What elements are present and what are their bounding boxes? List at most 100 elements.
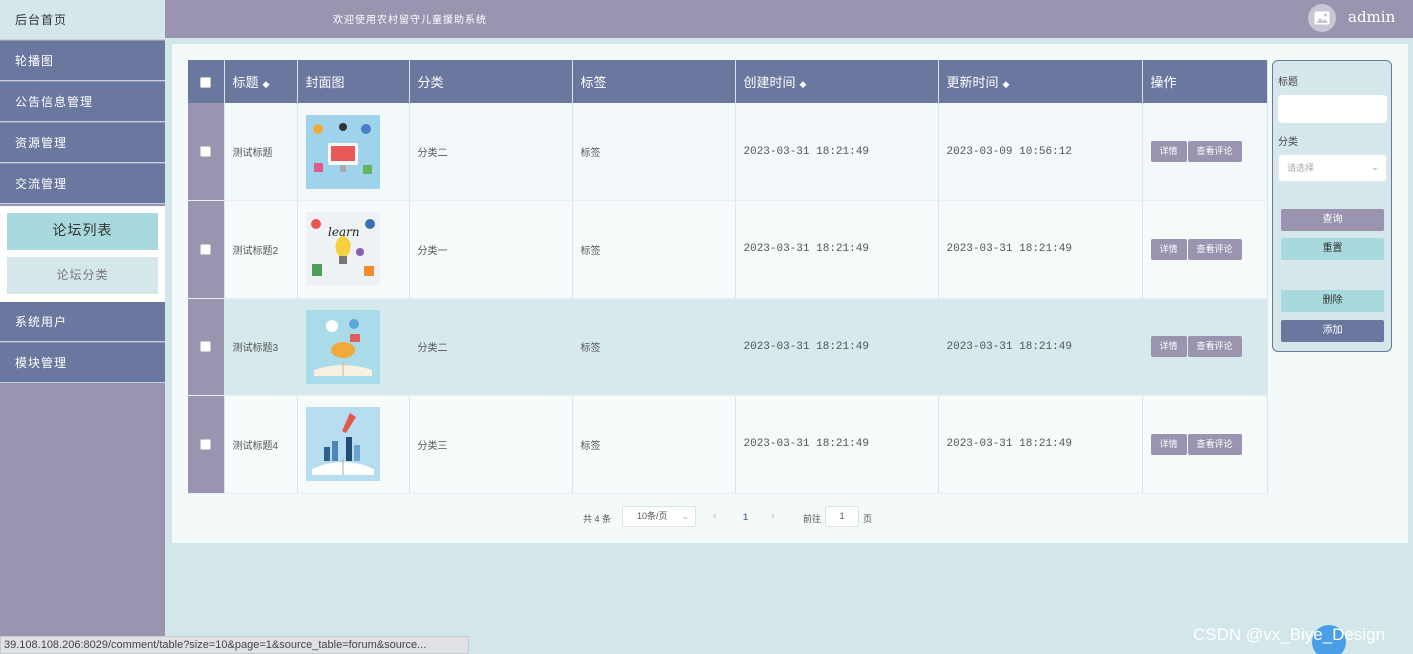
row-checkbox[interactable] bbox=[200, 145, 212, 157]
column-header-actions: 操作 bbox=[1142, 60, 1268, 103]
svg-text:learn: learn bbox=[328, 225, 360, 239]
cell-tag: 标签 bbox=[572, 298, 736, 396]
row-select-cell bbox=[188, 200, 225, 299]
cell-tag: 标签 bbox=[572, 103, 736, 201]
sidebar-item-carousel[interactable]: 轮播图 bbox=[0, 41, 165, 81]
chevron-down-icon: ⌄ bbox=[681, 511, 689, 521]
page-suffix: 页 bbox=[863, 514, 873, 524]
detail-button[interactable]: 详情 bbox=[1150, 141, 1187, 162]
forum-table: 标题 ◆ 封面图 分类 标签 创建时间 ◆ 更新时间 ◆ 操作 测试标题 分类二 标签… bbox=[188, 60, 1268, 494]
cell-tag: 标签 bbox=[572, 200, 736, 299]
chevron-down-icon: ⌄ bbox=[1370, 162, 1379, 173]
prev-page-icon[interactable]: ‹ bbox=[713, 510, 717, 522]
cell-title: 测试标题4 bbox=[224, 395, 298, 494]
username[interactable]: admin bbox=[1348, 8, 1395, 26]
column-header-updated[interactable]: 更新时间 ◆ bbox=[938, 60, 1143, 103]
view-comments-button[interactable]: 查看评论 bbox=[1187, 238, 1242, 260]
sidebar-subitem-forum-list[interactable]: 论坛列表 bbox=[7, 213, 158, 250]
cell-cover bbox=[297, 298, 410, 396]
category-select-placeholder: 请选择 bbox=[1287, 163, 1315, 173]
row-checkbox[interactable] bbox=[200, 243, 212, 255]
column-header-created[interactable]: 创建时间 ◆ bbox=[735, 60, 939, 103]
avatar-image-icon[interactable] bbox=[1308, 4, 1336, 32]
detail-button[interactable]: 详情 bbox=[1150, 238, 1187, 260]
pagination-total: 共 4 条 bbox=[583, 514, 612, 524]
sidebar-subitem-forum-category[interactable]: 论坛分类 bbox=[7, 257, 158, 294]
top-header: 欢迎使用农村留守儿童援助系统 admin bbox=[165, 0, 1413, 38]
cell-tag: 标签 bbox=[572, 395, 736, 494]
cell-cover: learn bbox=[297, 200, 410, 299]
cell-category: 分类三 bbox=[409, 395, 573, 494]
cell-actions: 详情 查看评论 bbox=[1142, 298, 1268, 396]
cell-updated: 2023-03-31 18:21:49 bbox=[938, 298, 1143, 396]
column-header-title[interactable]: 标题 ◆ bbox=[224, 60, 298, 103]
watermark: CSDN @vx_Biye_Design bbox=[1193, 625, 1386, 644]
delete-button[interactable]: 删除 bbox=[1281, 290, 1384, 312]
table-row: 测试标题3 分类二 标签 2023-03-31 18:21:49 2023-03… bbox=[188, 298, 1268, 396]
cover-image: learn bbox=[305, 212, 380, 287]
row-checkbox[interactable] bbox=[200, 341, 212, 353]
cover-image bbox=[305, 407, 380, 482]
view-comments-button[interactable]: 查看评论 bbox=[1187, 433, 1242, 455]
filter-panel: 标题 分类 请选择 ⌄ 查询 重置 删除 添加 bbox=[1272, 60, 1392, 352]
table-row: 测试标题2 learn 分类一 标签 2023-03-31 18:21:49 2… bbox=[188, 200, 1268, 299]
sidebar-item-modules[interactable]: 模块管理 bbox=[0, 343, 165, 383]
current-page[interactable]: 1 bbox=[743, 512, 748, 522]
view-comments-button[interactable]: 查看评论 bbox=[1187, 336, 1242, 358]
select-all-cell bbox=[188, 60, 225, 103]
cell-title: 测试标题 bbox=[224, 103, 298, 201]
cell-created: 2023-03-31 18:21:49 bbox=[735, 200, 939, 299]
sidebar-item-communication[interactable]: 交流管理 bbox=[0, 164, 165, 204]
view-comments-button[interactable]: 查看评论 bbox=[1187, 141, 1242, 162]
search-button[interactable]: 查询 bbox=[1281, 209, 1384, 231]
sidebar-item-resources[interactable]: 资源管理 bbox=[0, 123, 165, 163]
row-select-cell bbox=[188, 103, 225, 201]
goto-label: 前往 bbox=[803, 514, 822, 524]
cover-image bbox=[305, 114, 380, 189]
detail-button[interactable]: 详情 bbox=[1150, 336, 1187, 358]
column-header-tag: 标签 bbox=[572, 60, 736, 103]
cell-updated: 2023-03-31 18:21:49 bbox=[938, 395, 1143, 494]
table-header-row: 标题 ◆ 封面图 分类 标签 创建时间 ◆ 更新时间 ◆ 操作 bbox=[188, 60, 1268, 103]
cell-created: 2023-03-31 18:21:49 bbox=[735, 298, 939, 396]
browser-status-bar: 39.108.108.206:8029/comment/table?size=1… bbox=[0, 636, 469, 654]
column-header-category: 分类 bbox=[409, 60, 573, 103]
row-checkbox[interactable] bbox=[200, 438, 212, 450]
sidebar: 后台首页 轮播图 公告信息管理 资源管理 交流管理 论坛列表 论坛分类 系统用户… bbox=[0, 0, 165, 654]
goto-page-input[interactable]: 1 bbox=[825, 506, 859, 527]
page-size-value: 10条/页 bbox=[637, 511, 668, 521]
sidebar-item-home[interactable]: 后台首页 bbox=[0, 0, 165, 40]
table-row: 测试标题 分类二 标签 2023-03-31 18:21:49 2023-03-… bbox=[188, 103, 1268, 201]
sidebar-item-notices[interactable]: 公告信息管理 bbox=[0, 82, 165, 122]
sidebar-submenu: 论坛列表 论坛分类 bbox=[0, 206, 165, 302]
cell-title: 测试标题3 bbox=[224, 298, 298, 396]
row-select-cell bbox=[188, 395, 225, 494]
category-select[interactable]: 请选择 ⌄ bbox=[1278, 154, 1387, 182]
title-search-input[interactable] bbox=[1278, 95, 1387, 123]
select-all-checkbox[interactable] bbox=[200, 77, 212, 89]
column-header-cover: 封面图 bbox=[297, 60, 410, 103]
cell-actions: 详情 查看评论 bbox=[1142, 395, 1268, 494]
detail-button[interactable]: 详情 bbox=[1150, 433, 1187, 455]
cell-created: 2023-03-31 18:21:49 bbox=[735, 103, 939, 201]
reset-button[interactable]: 重置 bbox=[1281, 238, 1384, 260]
next-page-icon[interactable]: › bbox=[771, 510, 775, 522]
cell-category: 分类二 bbox=[409, 103, 573, 201]
cell-cover bbox=[297, 395, 410, 494]
sort-icon[interactable]: ◆ bbox=[800, 79, 807, 89]
filter-title-label: 标题 bbox=[1278, 77, 1298, 88]
header-title: 欢迎使用农村留守儿童援助系统 bbox=[333, 15, 487, 26]
page-size-select[interactable]: 10条/页 ⌄ bbox=[622, 506, 696, 527]
cell-title: 测试标题2 bbox=[224, 200, 298, 299]
cell-cover bbox=[297, 103, 410, 201]
cell-updated: 2023-03-31 18:21:49 bbox=[938, 200, 1143, 299]
cell-actions: 详情 查看评论 bbox=[1142, 103, 1268, 201]
column-created-label: 创建时间 bbox=[743, 75, 796, 90]
row-select-cell bbox=[188, 298, 225, 396]
cover-image bbox=[305, 309, 380, 384]
add-button[interactable]: 添加 bbox=[1281, 320, 1384, 342]
sort-icon[interactable]: ◆ bbox=[263, 79, 270, 89]
table-row: 测试标题4 分类三 标签 2023-03-31 18:21:49 2023-03… bbox=[188, 395, 1268, 494]
sort-icon[interactable]: ◆ bbox=[1003, 79, 1010, 89]
sidebar-item-system-users[interactable]: 系统用户 bbox=[0, 302, 165, 342]
